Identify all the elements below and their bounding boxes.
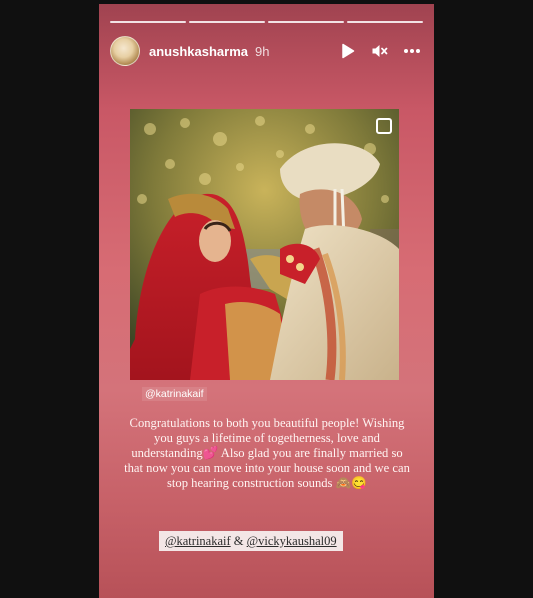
more-icon[interactable] <box>403 42 421 60</box>
story-header: anushkasharma 9h <box>110 34 423 68</box>
username[interactable]: anushkasharma <box>149 44 248 59</box>
avatar[interactable] <box>110 36 140 66</box>
progress-segment <box>189 21 265 23</box>
wedding-photo[interactable] <box>130 109 399 380</box>
mention-link-katrinakaif[interactable]: @katrinakaif <box>165 534 231 548</box>
progress-segment <box>110 21 186 23</box>
story-caption: Congratulations to both you beautiful pe… <box>124 416 410 490</box>
play-icon[interactable] <box>339 42 357 60</box>
mention-separator: & <box>230 534 247 548</box>
photo-mention-tag[interactable]: @katrinakaif <box>142 387 207 401</box>
mute-icon[interactable] <box>371 42 389 60</box>
mention-link-vickykaushal09[interactable]: @vickykaushal09 <box>247 534 337 548</box>
checkbox-icon <box>375 117 393 135</box>
story-controls <box>339 42 423 60</box>
stage: anushkasharma 9h @katrinakaif Congratula… <box>0 0 533 598</box>
progress-segment <box>347 21 423 23</box>
progress-segment <box>268 21 344 23</box>
story-card[interactable]: anushkasharma 9h @katrinakaif Congratula… <box>99 4 434 598</box>
story-progress-bar <box>110 21 423 23</box>
post-time: 9h <box>255 43 270 59</box>
mention-tags: @katrinakaif & @vickykaushal09 <box>159 531 343 551</box>
